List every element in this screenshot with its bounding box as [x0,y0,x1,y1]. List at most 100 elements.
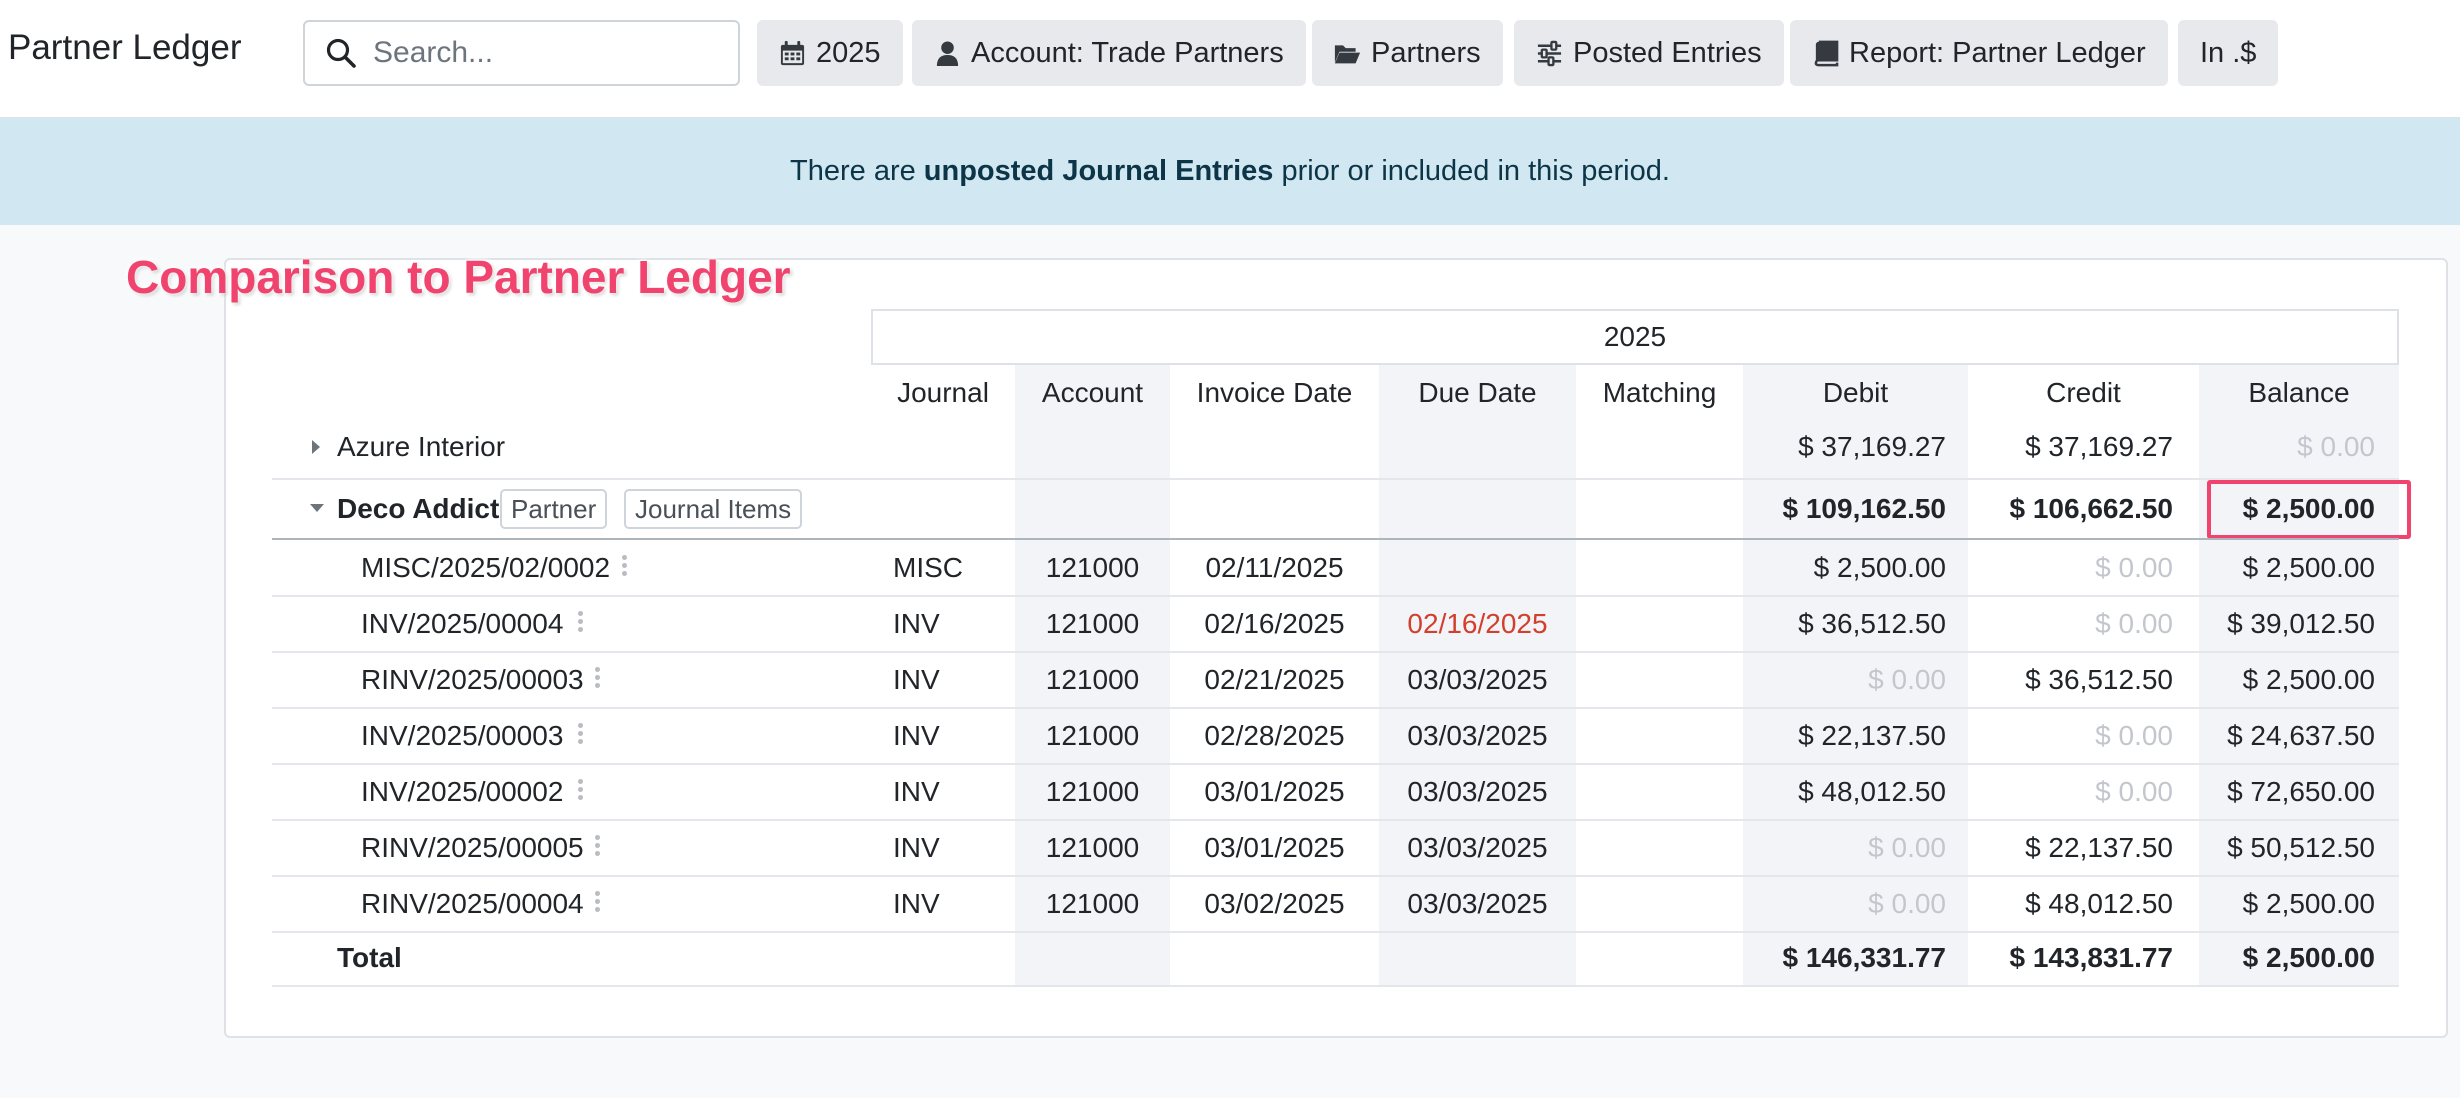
line-credit: $ 22,137.50 [2025,832,2173,863]
filter-partners-button[interactable]: Partners [1312,20,1503,86]
alert-text-suffix: prior or included in this period. [1281,155,1670,187]
line-debit: $ 36,512.50 [1798,608,1946,639]
line-due-date: 03/03/2025 [1407,776,1548,807]
line-due-date [1379,540,1576,596]
partner-name-azure-interior[interactable]: Azure Interior [337,421,505,473]
line-balance: $ 24,637.50 [2227,720,2375,751]
line-due-date: 03/03/2025 [1407,664,1548,695]
line-debit: $ 2,500.00 [1813,552,1946,583]
line-account: 121000 [1045,776,1140,807]
line-invoice-date: 02/21/2025 [1204,664,1345,695]
col-header-journal[interactable]: Journal [871,365,1015,421]
line-credit: $ 0.00 [2095,776,2173,807]
col-header-debit[interactable]: Debit [1743,365,1968,421]
line-account: 121000 [1045,664,1140,695]
line-due-date: 03/03/2025 [1407,720,1548,751]
line-due-date: 03/03/2025 [1407,888,1548,919]
col-header-credit[interactable]: Credit [1968,365,2199,421]
partner-name-deco-addict[interactable]: Deco Addict [337,483,499,535]
line-journal: INV [893,664,940,695]
calendar-icon [780,40,805,65]
line-balance: $ 39,012.50 [2227,608,2375,639]
line-options-icon[interactable] [595,667,601,691]
line-debit: $ 48,012.50 [1798,776,1946,807]
line-options-icon[interactable] [578,723,584,747]
line-journal: INV [893,608,940,639]
line-debit: $ 0.00 [1868,664,1946,695]
top-bar: Partner Ledger 2025 Account: Trade Partn… [0,0,2460,118]
page-title: Partner Ledger [8,28,242,67]
partner-credit: $ 106,662.50 [2009,493,2174,524]
col-header-balance[interactable]: Balance [2199,365,2399,421]
line-reference[interactable]: RINV/2025/00005 [361,820,584,876]
alert-unposted-link[interactable]: unposted Journal Entries [924,155,1274,188]
line-credit: $ 0.00 [2095,552,2173,583]
journal-items-badge-button[interactable]: Journal Items [624,489,803,529]
line-invoice-date: 02/11/2025 [1205,552,1344,583]
partner-debit: $ 109,162.50 [1782,493,1947,524]
partner-balance: $ 0.00 [2297,431,2375,462]
caret-down-icon[interactable] [308,502,326,514]
annotation-title: Comparison to Partner Ledger [126,251,791,303]
sliders-icon [1537,40,1562,66]
line-journal: MISC [893,552,963,583]
filter-account-button[interactable]: Account: Trade Partners [912,20,1306,86]
line-reference[interactable]: MISC/2025/02/0002 [361,540,610,596]
line-credit: $ 0.00 [2095,720,2173,751]
col-header-matching[interactable]: Matching [1576,365,1743,421]
filter-posted-entries-button[interactable]: Posted Entries [1514,20,1784,86]
line-balance: $ 2,500.00 [2242,552,2375,583]
line-options-icon[interactable] [622,555,628,579]
search-box[interactable] [303,20,740,86]
line-debit: $ 22,137.50 [1798,720,1946,751]
line-options-icon[interactable] [595,835,601,859]
line-reference[interactable]: INV/2025/00003 [361,708,563,764]
line-options-icon[interactable] [578,611,584,635]
line-reference[interactable]: INV/2025/00002 [361,764,563,820]
line-invoice-date: 02/28/2025 [1204,720,1345,751]
total-balance: $ 2,500.00 [2242,942,2375,973]
col-header-due-date[interactable]: Due Date [1379,365,1576,421]
filter-report-label: Report: Partner Ledger [1849,36,2146,69]
col-header-invoice-date[interactable]: Invoice Date [1170,365,1379,421]
line-journal: INV [893,832,940,863]
col-header-account[interactable]: Account [1015,365,1170,421]
partner-credit: $ 37,169.27 [2025,431,2173,462]
filter-partners-label: Partners [1371,36,1481,69]
line-balance: $ 50,512.50 [2227,832,2375,863]
line-reference[interactable]: RINV/2025/00003 [361,652,584,708]
filter-period-button[interactable]: 2025 [757,20,903,86]
line-journal: INV [893,776,940,807]
total-debit: $ 146,331.77 [1782,942,1947,973]
line-reference[interactable]: RINV/2025/00004 [361,876,584,932]
line-invoice-date: 03/01/2025 [1204,776,1345,807]
total-credit: $ 143,831.77 [2009,942,2174,973]
filter-currency-label: In .$ [2200,36,2257,69]
line-invoice-date: 03/01/2025 [1204,832,1345,863]
line-journal: INV [893,720,940,751]
line-credit: $ 48,012.50 [2025,888,2173,919]
line-journal: INV [893,888,940,919]
search-input[interactable] [373,36,733,70]
row-divider [272,985,2399,987]
line-reference[interactable]: INV/2025/00004 [361,596,563,652]
filter-account-label: Account: Trade Partners [971,36,1284,69]
line-options-icon[interactable] [595,891,601,915]
partner-badge-button[interactable]: Partner [500,489,608,529]
line-options-icon[interactable] [578,779,584,803]
unposted-entries-alert: There are unposted Journal Entries prior… [0,118,2460,225]
caret-right-icon[interactable] [310,438,322,456]
book-icon [1814,40,1839,66]
line-debit: $ 0.00 [1868,832,1946,863]
line-account: 121000 [1045,888,1140,919]
line-due-date: 03/03/2025 [1407,832,1548,863]
line-balance: $ 72,650.00 [2227,776,2375,807]
partner-debit: $ 37,169.27 [1798,431,1946,462]
folder-open-icon [1334,44,1361,63]
line-credit: $ 36,512.50 [2025,664,2173,695]
line-debit: $ 0.00 [1868,888,1946,919]
filter-currency-button[interactable]: In .$ [2178,20,2279,86]
line-account: 121000 [1045,552,1140,583]
filter-report-button[interactable]: Report: Partner Ledger [1790,20,2168,86]
total-label: Total [337,942,402,973]
